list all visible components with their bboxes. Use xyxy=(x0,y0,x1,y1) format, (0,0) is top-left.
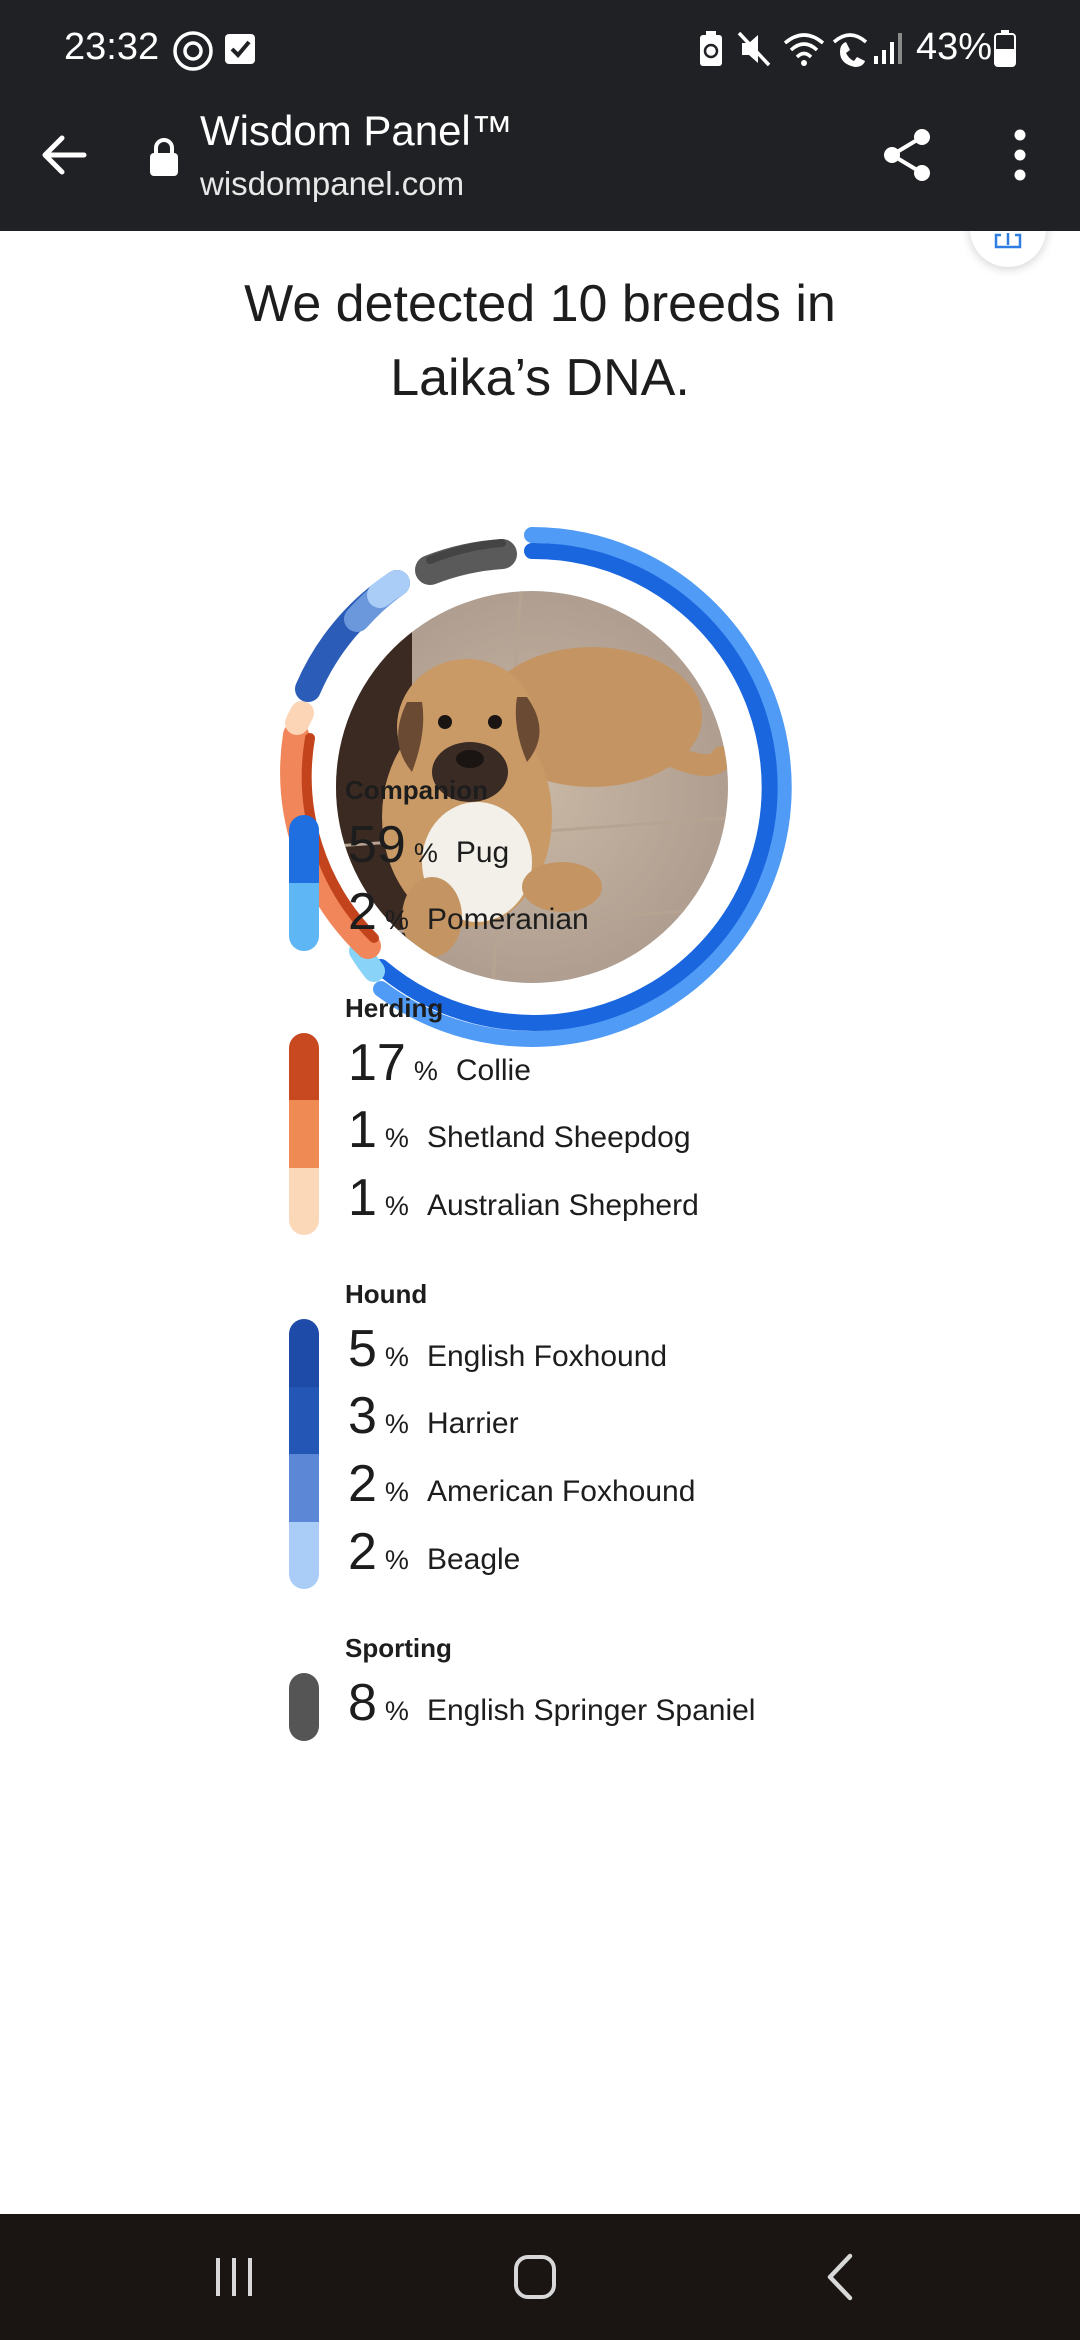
percent-sign: % xyxy=(384,905,409,935)
page-title: We detected 10 breeds in Laika’s DNA. xyxy=(0,267,1080,415)
percent-sign: % xyxy=(384,1545,409,1575)
breed-percent: 17 xyxy=(348,1034,406,1092)
breed-percent: 1 xyxy=(348,1169,377,1227)
bar-segment-english-foxhound xyxy=(289,1319,319,1387)
breed-name: Beagle xyxy=(426,1543,521,1576)
breed-row-american-foxhound: 2 % American Foxhound xyxy=(348,1454,695,1520)
bar-segment-pug xyxy=(289,815,319,883)
group-label-hound: Hound xyxy=(345,1279,428,1309)
bar-segment-harrier xyxy=(289,1387,319,1454)
breed-name: American Foxhound xyxy=(426,1475,696,1508)
status-time: 23:32 xyxy=(64,26,160,68)
breed-name: Shetland Sheepdog xyxy=(426,1121,691,1154)
group-bar-hound xyxy=(289,1319,319,1589)
breed-name: Collie xyxy=(455,1054,531,1087)
breed-percent: 59 xyxy=(348,816,406,874)
battery-percent: 43% xyxy=(916,26,993,68)
mute-icon xyxy=(737,31,771,67)
percent-sign: % xyxy=(384,1123,409,1153)
browser-toolbar: Wisdom Panel™ wisdompanel.com xyxy=(0,103,1080,231)
breed-row-pug: 59 % Pug xyxy=(348,815,509,881)
breed-row-shetland-sheepdog: 1 % Shetland Sheepdog xyxy=(348,1100,691,1166)
percent-sign: % xyxy=(384,1477,409,1507)
breed-row-harrier: 3 % Harrier xyxy=(348,1386,519,1452)
back-chevron-icon[interactable] xyxy=(806,2244,876,2310)
battery-saver-icon xyxy=(700,31,722,66)
bar-segment-beagle xyxy=(289,1522,319,1589)
system-nav-bar xyxy=(0,2214,1080,2340)
bar-segment-collie xyxy=(289,1033,319,1100)
bar-segment-pomeranian xyxy=(289,883,319,951)
percent-sign: % xyxy=(413,1056,438,1086)
ring-segment-beagle xyxy=(367,570,410,608)
group-bar-sporting xyxy=(289,1673,319,1741)
breed-percent: 3 xyxy=(348,1387,377,1445)
breed-percent: 5 xyxy=(348,1320,377,1378)
status-bar: 23:32 43% xyxy=(0,0,1080,103)
group-label-herding: Herding xyxy=(345,993,444,1023)
site-url[interactable]: wisdompanel.com xyxy=(200,165,464,203)
group-label-sporting: Sporting xyxy=(345,1633,452,1663)
headline-line-2: Laika’s DNA. xyxy=(390,349,690,407)
checkbox-icon xyxy=(225,34,255,64)
group-bar-herding xyxy=(289,1033,319,1235)
group-bar-companion xyxy=(289,815,319,951)
upload-icon xyxy=(994,233,1022,249)
signal-icon xyxy=(874,33,902,64)
percent-sign: % xyxy=(384,1342,409,1372)
breed-row-australian-shepherd: 1 % Australian Shepherd xyxy=(348,1168,699,1234)
group-label-companion: Companion xyxy=(345,775,488,805)
breed-name: English Springer Spaniel xyxy=(426,1694,756,1727)
breed-name: Pug xyxy=(455,836,510,869)
bar-segment-english-springer-spaniel xyxy=(289,1673,319,1741)
breed-percent: 2 xyxy=(348,1523,377,1581)
breed-ring xyxy=(280,527,792,1047)
breed-name: Australian Shepherd xyxy=(426,1189,699,1222)
threads-icon xyxy=(173,31,213,71)
percent-sign: % xyxy=(384,1191,409,1221)
lock-icon[interactable] xyxy=(148,137,180,177)
breed-row-english-foxhound: 5 % English Foxhound xyxy=(348,1319,667,1385)
page-content: We detected 10 breeds in Laika’s DNA. Co… xyxy=(0,231,1080,2214)
ring-segment-sheltie xyxy=(285,701,314,735)
breed-percent: 8 xyxy=(348,1674,377,1732)
percent-sign: % xyxy=(413,838,438,868)
recents-icon[interactable] xyxy=(199,2244,269,2310)
share-fab[interactable] xyxy=(970,231,1046,267)
breed-percent: 2 xyxy=(348,883,377,941)
home-icon[interactable] xyxy=(500,2244,570,2310)
breed-row-english-springer-spaniel: 8 % English Springer Spaniel xyxy=(348,1673,755,1739)
more-vert-icon[interactable] xyxy=(1000,127,1040,183)
breed-row-pomeranian: 2 % Pomeranian xyxy=(348,882,589,948)
bar-segment-australian-shepherd xyxy=(289,1168,319,1235)
breed-name: English Foxhound xyxy=(426,1340,668,1373)
headline-line-1: We detected 10 breeds in xyxy=(244,275,836,333)
percent-sign: % xyxy=(384,1696,409,1726)
breed-row-collie: 17 % Collie xyxy=(348,1033,531,1099)
breed-row-beagle: 2 % Beagle xyxy=(348,1522,520,1588)
percent-sign: % xyxy=(384,1409,409,1439)
arrow-left-icon[interactable] xyxy=(36,127,92,183)
share-icon[interactable] xyxy=(880,127,936,183)
battery-icon xyxy=(994,30,1016,67)
bar-segment-shetland-sheepdog xyxy=(289,1100,319,1168)
bar-segment-american-foxhound xyxy=(289,1454,319,1522)
breed-name: Harrier xyxy=(426,1407,519,1440)
breed-percent: 1 xyxy=(348,1101,377,1159)
site-title[interactable]: Wisdom Panel™ xyxy=(200,107,513,155)
wifi-calling-icon xyxy=(832,33,868,67)
breed-name: Pomeranian xyxy=(426,903,589,936)
breed-percent: 2 xyxy=(348,1455,377,1513)
wifi-icon xyxy=(783,33,825,66)
